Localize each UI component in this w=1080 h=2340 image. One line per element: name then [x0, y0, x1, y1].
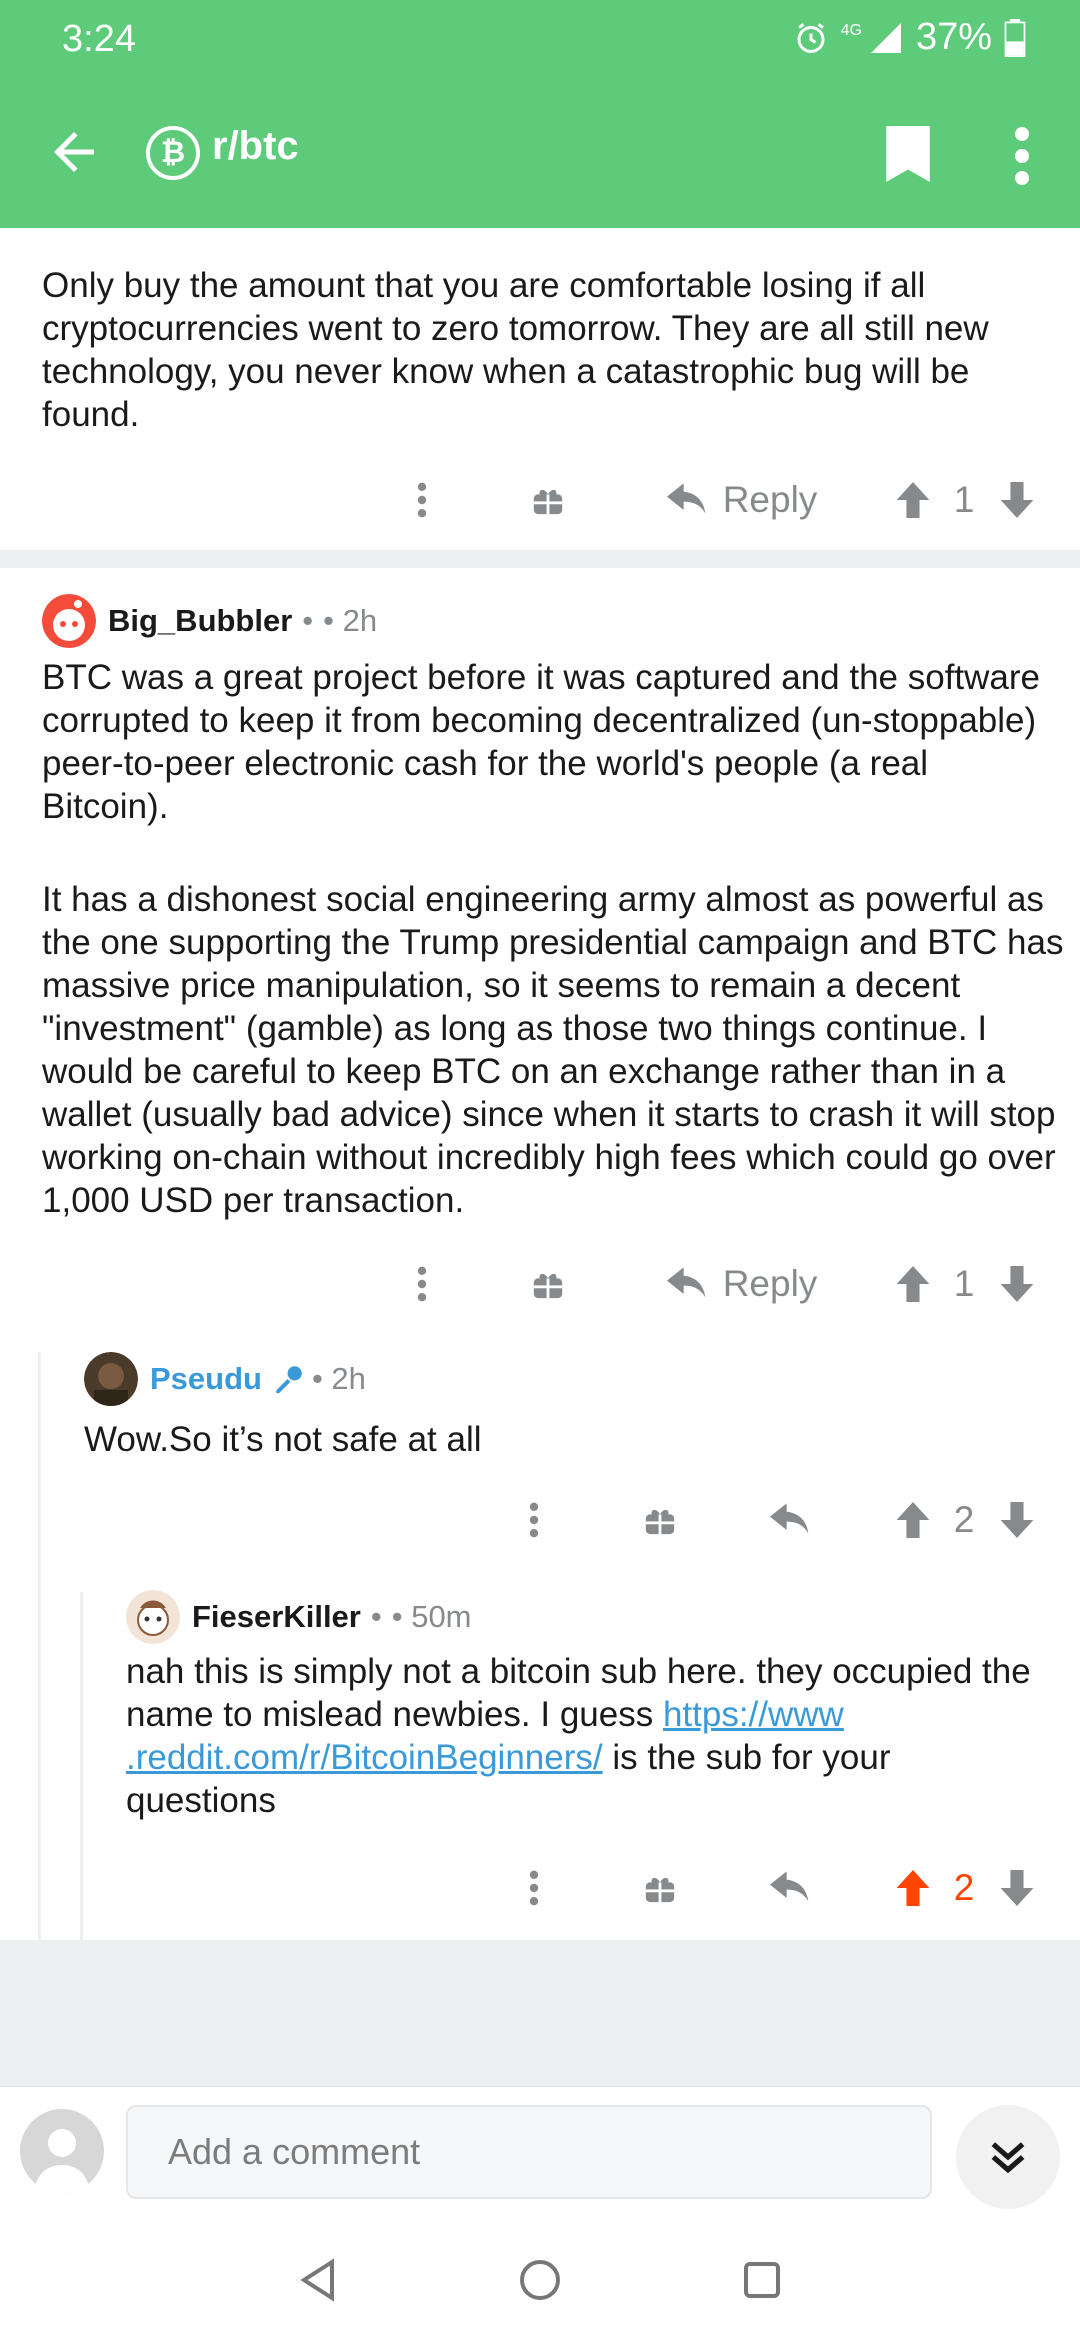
comment-body: nah this is simply not a bitcoin sub her…: [126, 1650, 1046, 1822]
comment-meta: Pseudu • 2h: [84, 1352, 366, 1406]
reply-icon: [666, 483, 706, 514]
comment-body: Only buy the amount that you are comfort…: [42, 266, 989, 434]
bitcoin-icon: ₿: [160, 136, 186, 169]
comment-link[interactable]: https://www: [663, 1695, 844, 1734]
comment-author[interactable]: FieserKiller: [192, 1599, 361, 1635]
avatar[interactable]: [42, 594, 96, 648]
upvote-icon-active[interactable]: [886, 1858, 940, 1918]
nav-recents-icon[interactable]: [738, 2256, 786, 2304]
app-header: 3:24 4G 37% ₿ r/btc: [0, 0, 1080, 228]
comment-body: It has a dishonest social engineering ar…: [42, 880, 1064, 1220]
status-icons: 4G 37%: [793, 16, 1026, 59]
upvote-icon[interactable]: [886, 470, 940, 530]
status-bar: 3:24 4G 37%: [0, 0, 1080, 84]
moderator-tool-icon: [276, 1366, 302, 1394]
status-time: 3:24: [62, 18, 136, 60]
more-options-icon[interactable]: [504, 1858, 564, 1918]
comment-author[interactable]: Big_Bubbler: [108, 603, 292, 639]
downvote-icon[interactable]: [990, 1254, 1044, 1314]
subreddit-icon[interactable]: ₿: [146, 126, 200, 180]
back-arrow-icon[interactable]: [44, 122, 104, 182]
award-icon[interactable]: [632, 1490, 688, 1550]
avatar[interactable]: [126, 1590, 180, 1644]
comment-age: • 50m: [391, 1599, 472, 1634]
more-options-icon[interactable]: [392, 470, 452, 530]
downvote-icon[interactable]: [990, 1490, 1044, 1550]
comment-age: • 2h: [323, 603, 378, 638]
reply-icon: [666, 1267, 706, 1298]
comment-input[interactable]: Add a comment: [126, 2105, 932, 2199]
award-icon[interactable]: [632, 1858, 688, 1918]
vote-score: 2: [953, 1867, 975, 1908]
comment-age: • 2h: [311, 1361, 366, 1396]
comment-actions: Reply 1: [0, 470, 1080, 530]
battery-icon: [1004, 18, 1026, 57]
subreddit-name[interactable]: r/btc: [212, 124, 299, 169]
nav-home-icon[interactable]: [516, 2256, 564, 2304]
comment-text: nah this is simply not a bitcoin sub her…: [126, 1652, 1031, 1734]
double-chevron-down-icon: [991, 2142, 1025, 2174]
vote-score: 1: [953, 1263, 975, 1304]
reply-icon[interactable]: [760, 1490, 820, 1550]
comment-meta: FieserKiller • • 50m: [126, 1590, 472, 1644]
empty-area: [0, 1940, 1080, 2086]
reply-button[interactable]: Reply: [652, 470, 832, 530]
reply-icon[interactable]: [760, 1858, 820, 1918]
toolbar: ₿ r/btc: [0, 100, 1080, 210]
comment-input-placeholder: Add a comment: [168, 2131, 421, 2172]
user-avatar[interactable]: [20, 2109, 104, 2193]
comment-meta: Big_Bubbler • • 2h: [42, 594, 377, 648]
battery-level: 37%: [915, 16, 992, 58]
comment-author[interactable]: Pseudu: [150, 1361, 262, 1397]
separator: •: [302, 603, 314, 638]
comment-composer: Add a comment: [0, 2086, 1080, 2216]
vote-score: 2: [953, 1499, 975, 1540]
vote-score: 1: [953, 479, 975, 520]
comment-actions: 2: [0, 1490, 1080, 1550]
comment-divider: [0, 550, 1080, 568]
overflow-menu-icon[interactable]: [1006, 126, 1038, 186]
nav-back-icon[interactable]: [296, 2256, 344, 2304]
reply-label: Reply: [722, 479, 818, 520]
next-comment-button[interactable]: [956, 2105, 1060, 2209]
system-nav-bar: [0, 2216, 1080, 2340]
upvote-icon[interactable]: [886, 1490, 940, 1550]
comment-actions: 2: [0, 1858, 1080, 1918]
more-options-icon[interactable]: [504, 1490, 564, 1550]
comment-link[interactable]: .reddit.com/r/BitcoinBeginners/: [126, 1738, 603, 1777]
reply-label: Reply: [722, 1263, 818, 1304]
comment-actions: Reply 1: [0, 1254, 1080, 1314]
comment-body: BTC was a great project before it was ca…: [42, 658, 1041, 826]
avatar[interactable]: [84, 1352, 138, 1406]
alarm-icon: [797, 22, 825, 53]
bookmark-icon[interactable]: [886, 126, 930, 182]
upvote-icon[interactable]: [886, 1254, 940, 1314]
comment-body: Wow.So it’s not safe at all: [84, 1420, 482, 1459]
signal-icon: [870, 22, 901, 53]
award-icon[interactable]: [520, 470, 576, 530]
downvote-icon[interactable]: [990, 470, 1044, 530]
network-type: 4G: [840, 21, 862, 39]
downvote-icon[interactable]: [990, 1858, 1044, 1918]
award-icon[interactable]: [520, 1254, 576, 1314]
more-options-icon[interactable]: [392, 1254, 452, 1314]
separator: •: [370, 1599, 382, 1634]
reply-button[interactable]: Reply: [652, 1254, 832, 1314]
